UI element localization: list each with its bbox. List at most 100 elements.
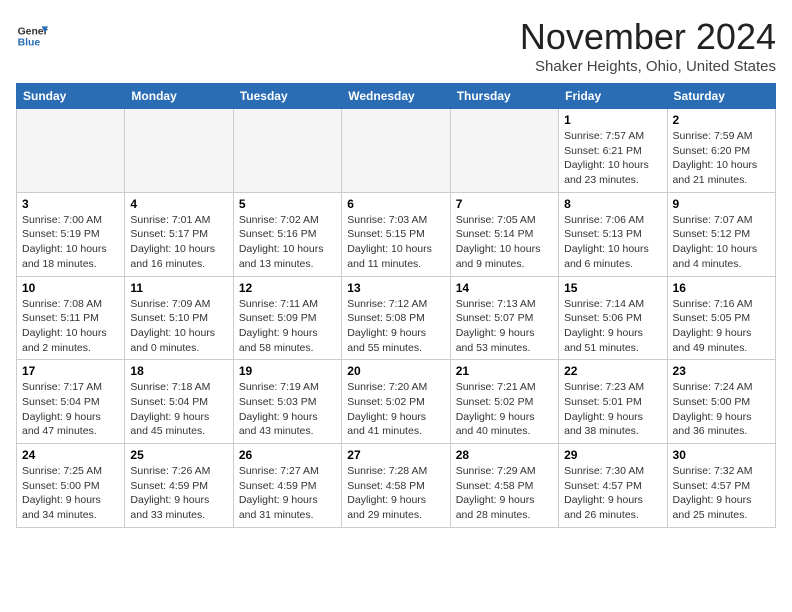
day-number: 13 [347,281,444,295]
day-info: Sunrise: 7:02 AMSunset: 5:16 PMDaylight:… [239,213,336,272]
calendar-cell: 30 Sunrise: 7:32 AMSunset: 4:57 PMDayligh… [667,444,775,528]
weekday-header-saturday: Saturday [667,84,775,109]
calendar-cell [233,109,341,193]
weekday-header-sunday: Sunday [17,84,125,109]
day-info: Sunrise: 7:03 AMSunset: 5:15 PMDaylight:… [347,213,444,272]
weekday-header-thursday: Thursday [450,84,558,109]
day-info: Sunrise: 7:08 AMSunset: 5:11 PMDaylight:… [22,297,119,356]
day-number: 18 [130,364,227,378]
day-number: 1 [564,113,661,127]
calendar-cell [450,109,558,193]
day-info: Sunrise: 7:59 AMSunset: 6:20 PMDaylight:… [673,129,770,188]
day-info: Sunrise: 7:19 AMSunset: 5:03 PMDaylight:… [239,380,336,439]
location: Shaker Heights, Ohio, United States [520,58,776,75]
day-number: 27 [347,448,444,462]
calendar-cell: 15 Sunrise: 7:14 AMSunset: 5:06 PMDayligh… [559,276,667,360]
day-info: Sunrise: 7:20 AMSunset: 5:02 PMDaylight:… [347,380,444,439]
day-info: Sunrise: 7:09 AMSunset: 5:10 PMDaylight:… [130,297,227,356]
weekday-header-row: SundayMondayTuesdayWednesdayThursdayFrid… [17,84,776,109]
calendar-cell: 6 Sunrise: 7:03 AMSunset: 5:15 PMDaylight… [342,192,450,276]
calendar-cell: 18 Sunrise: 7:18 AMSunset: 5:04 PMDayligh… [125,360,233,444]
day-info: Sunrise: 7:23 AMSunset: 5:01 PMDaylight:… [564,380,661,439]
title-block: November 2024 Shaker Heights, Ohio, Unit… [520,16,776,75]
calendar-cell: 1Sunrise: 7:57 AMSunset: 6:21 PMDaylight… [559,109,667,193]
logo-icon: General Blue [16,20,48,52]
day-number: 8 [564,197,661,211]
day-info: Sunrise: 7:13 AMSunset: 5:07 PMDaylight:… [456,297,553,356]
day-number: 17 [22,364,119,378]
calendar-cell: 11 Sunrise: 7:09 AMSunset: 5:10 PMDayligh… [125,276,233,360]
calendar-cell: 5 Sunrise: 7:02 AMSunset: 5:16 PMDaylight… [233,192,341,276]
day-info: Sunrise: 7:00 AMSunset: 5:19 PMDaylight:… [22,213,119,272]
day-number: 11 [130,281,227,295]
logo: General Blue [16,20,48,52]
weekday-header-monday: Monday [125,84,233,109]
day-info: Sunrise: 7:12 AMSunset: 5:08 PMDaylight:… [347,297,444,356]
calendar-cell: 9 Sunrise: 7:07 AMSunset: 5:12 PMDaylight… [667,192,775,276]
calendar-cell: 7 Sunrise: 7:05 AMSunset: 5:14 PMDaylight… [450,192,558,276]
day-number: 15 [564,281,661,295]
day-info: Sunrise: 7:18 AMSunset: 5:04 PMDaylight:… [130,380,227,439]
day-info: Sunrise: 7:26 AMSunset: 4:59 PMDaylight:… [130,464,227,523]
day-info: Sunrise: 7:05 AMSunset: 5:14 PMDaylight:… [456,213,553,272]
svg-text:Blue: Blue [18,38,41,49]
day-info: Sunrise: 7:01 AMSunset: 5:17 PMDaylight:… [130,213,227,272]
day-info: Sunrise: 7:32 AMSunset: 4:57 PMDaylight:… [673,464,770,523]
day-number: 6 [347,197,444,211]
calendar-cell: 16Sunrise: 7:16 AMSunset: 5:05 PMDayligh… [667,276,775,360]
calendar-week-0: 1Sunrise: 7:57 AMSunset: 6:21 PMDaylight… [17,109,776,193]
weekday-header-wednesday: Wednesday [342,84,450,109]
calendar-cell: 19 Sunrise: 7:19 AMSunset: 5:03 PMDayligh… [233,360,341,444]
day-info: Sunrise: 7:07 AMSunset: 5:12 PMDaylight:… [673,213,770,272]
day-info: Sunrise: 7:14 AMSunset: 5:06 PMDaylight:… [564,297,661,356]
calendar-cell [342,109,450,193]
day-number: 19 [239,364,336,378]
weekday-header-tuesday: Tuesday [233,84,341,109]
calendar-week-4: 24Sunrise: 7:25 AMSunset: 5:00 PMDayligh… [17,444,776,528]
day-number: 4 [130,197,227,211]
calendar-cell [17,109,125,193]
day-number: 25 [130,448,227,462]
day-number: 10 [22,281,119,295]
day-info: Sunrise: 7:29 AMSunset: 4:58 PMDaylight:… [456,464,553,523]
calendar-cell: 23Sunrise: 7:24 AMSunset: 5:00 PMDayligh… [667,360,775,444]
calendar-cell: 20Sunrise: 7:20 AMSunset: 5:02 PMDayligh… [342,360,450,444]
calendar-cell: 12Sunrise: 7:11 AMSunset: 5:09 PMDayligh… [233,276,341,360]
calendar-cell: 25 Sunrise: 7:26 AMSunset: 4:59 PMDayligh… [125,444,233,528]
day-info: Sunrise: 7:16 AMSunset: 5:05 PMDaylight:… [673,297,770,356]
calendar-cell: 4 Sunrise: 7:01 AMSunset: 5:17 PMDaylight… [125,192,233,276]
day-info: Sunrise: 7:24 AMSunset: 5:00 PMDaylight:… [673,380,770,439]
calendar-cell: 13 Sunrise: 7:12 AMSunset: 5:08 PMDayligh… [342,276,450,360]
day-number: 29 [564,448,661,462]
calendar-cell: 28Sunrise: 7:29 AMSunset: 4:58 PMDayligh… [450,444,558,528]
calendar-cell: 22 Sunrise: 7:23 AMSunset: 5:01 PMDayligh… [559,360,667,444]
calendar-cell: 17 Sunrise: 7:17 AMSunset: 5:04 PMDayligh… [17,360,125,444]
calendar-table: SundayMondayTuesdayWednesdayThursdayFrid… [16,83,776,528]
day-number: 24 [22,448,119,462]
day-number: 26 [239,448,336,462]
day-number: 9 [673,197,770,211]
day-info: Sunrise: 7:17 AMSunset: 5:04 PMDaylight:… [22,380,119,439]
day-info: Sunrise: 7:11 AMSunset: 5:09 PMDaylight:… [239,297,336,356]
day-info: Sunrise: 7:06 AMSunset: 5:13 PMDaylight:… [564,213,661,272]
day-info: Sunrise: 7:30 AMSunset: 4:57 PMDaylight:… [564,464,661,523]
day-number: 3 [22,197,119,211]
day-number: 22 [564,364,661,378]
day-number: 5 [239,197,336,211]
day-info: Sunrise: 7:27 AMSunset: 4:59 PMDaylight:… [239,464,336,523]
calendar-week-1: 3 Sunrise: 7:00 AMSunset: 5:19 PMDaylight… [17,192,776,276]
calendar-cell: 26 Sunrise: 7:27 AMSunset: 4:59 PMDayligh… [233,444,341,528]
day-info: Sunrise: 7:28 AMSunset: 4:58 PMDaylight:… [347,464,444,523]
day-info: Sunrise: 7:21 AMSunset: 5:02 PMDaylight:… [456,380,553,439]
calendar-week-2: 10 Sunrise: 7:08 AMSunset: 5:11 PMDayligh… [17,276,776,360]
day-number: 7 [456,197,553,211]
month-title: November 2024 [520,16,776,58]
calendar-cell: 3 Sunrise: 7:00 AMSunset: 5:19 PMDaylight… [17,192,125,276]
calendar-cell: 8 Sunrise: 7:06 AMSunset: 5:13 PMDaylight… [559,192,667,276]
day-number: 30 [673,448,770,462]
calendar-cell: 2Sunrise: 7:59 AMSunset: 6:20 PMDaylight… [667,109,775,193]
calendar-cell: 21 Sunrise: 7:21 AMSunset: 5:02 PMDayligh… [450,360,558,444]
calendar-cell: 27 Sunrise: 7:28 AMSunset: 4:58 PMDayligh… [342,444,450,528]
day-number: 21 [456,364,553,378]
page-header: General Blue November 2024 Shaker Height… [16,16,776,75]
